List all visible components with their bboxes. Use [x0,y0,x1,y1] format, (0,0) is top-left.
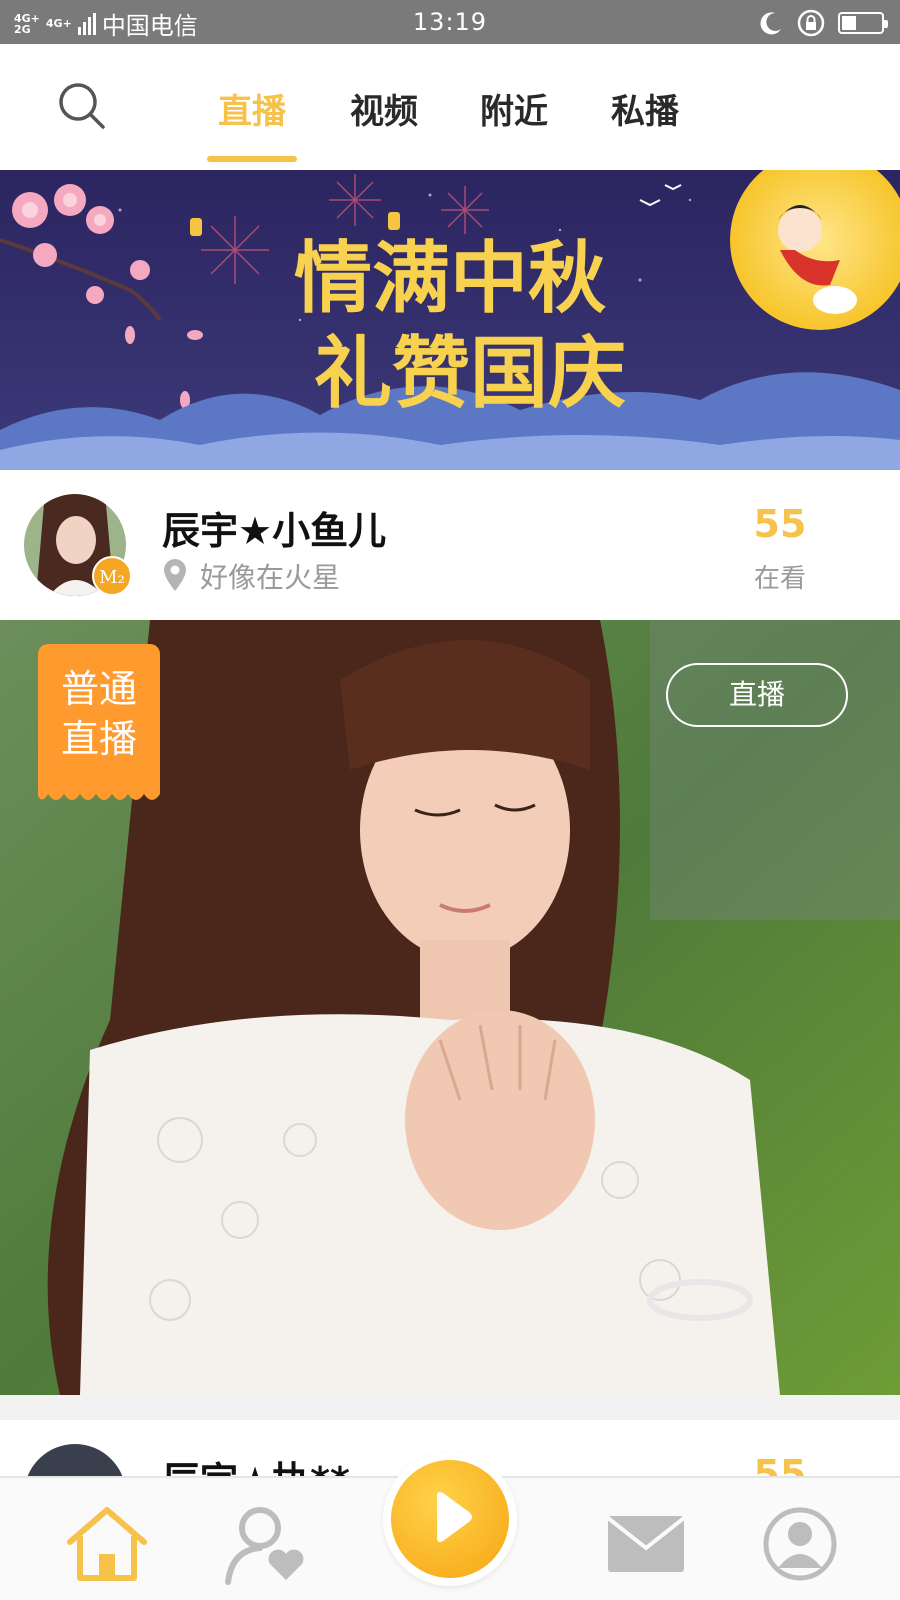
viewer-label: 在看 [753,564,806,594]
play-icon [437,1492,472,1542]
play-button-core [391,1460,509,1578]
location-text: 好像在火星 [200,561,341,594]
tab-private[interactable]: 私播 [590,84,700,134]
tab-video[interactable]: 视频 [329,84,439,134]
battery-icon [838,12,888,34]
mail-icon[interactable] [602,1502,692,1586]
search-icon[interactable] [56,80,108,132]
badge-scallop [38,792,160,800]
banner-artwork: 情满中秋 礼赞国庆 [0,170,900,470]
status-bar: 4G+ 2G 4G+ 中国电信 13:19 [0,0,900,44]
stream-type-line2: 直播 [60,717,137,761]
home-icon[interactable] [62,1502,152,1586]
start-live-button[interactable] [383,1452,517,1586]
viewer-count: 55 [753,502,807,546]
top-nav: 直播 视频 附近 私播 [0,44,900,170]
follow-icon[interactable] [222,1502,312,1586]
location-pin-icon [164,559,186,591]
feed-card-header[interactable]: M₂ 辰宇★小鱼儿 好像在火星 55 在看 [0,470,900,620]
moon-icon [760,12,781,35]
profile-icon[interactable] [758,1502,848,1586]
live-status-pill[interactable]: 直播 [666,663,848,727]
stream-type-badge: 普通 直播 [38,644,160,800]
rotation-lock-icon [797,9,825,37]
stream-type-line1: 普通 [60,667,137,711]
tab-active-indicator [207,156,297,162]
promo-banner[interactable]: 情满中秋 礼赞国庆 [0,170,900,470]
tab-live[interactable]: 直播 [197,84,307,134]
banner-title-line1: 情满中秋 [294,233,606,324]
status-right [758,8,888,38]
level-badge: M₂ [92,556,132,596]
tab-nearby[interactable]: 附近 [459,84,569,134]
banner-title-line2: 礼赞国庆 [314,328,626,419]
host-name[interactable]: 辰宇★小鱼儿 [162,500,386,555]
